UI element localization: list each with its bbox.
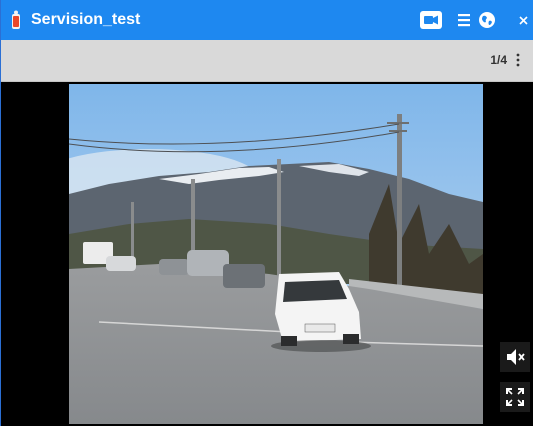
video-area — [1, 82, 533, 426]
close-button[interactable] — [511, 8, 533, 32]
mute-button[interactable] — [500, 342, 530, 372]
page-indicator: 1/4 — [490, 53, 507, 67]
globe-button[interactable] — [475, 8, 499, 32]
vertical-dots-icon — [516, 53, 520, 67]
window-title: Servision_test — [31, 11, 141, 28]
fullscreen-button[interactable] — [500, 382, 530, 412]
speaker-muted-icon — [507, 349, 525, 365]
hamburger-menu-icon — [458, 14, 470, 27]
close-icon — [519, 16, 528, 25]
fullscreen-icon — [506, 388, 524, 406]
more-options-button[interactable] — [512, 50, 524, 70]
globe-icon — [479, 12, 495, 28]
video-image — [69, 84, 483, 424]
camera-button[interactable] — [419, 8, 443, 32]
app-window: Servision_test 1/4 — [0, 0, 533, 426]
camera-icon — [420, 11, 442, 29]
video-feed[interactable] — [69, 84, 483, 424]
menu-button[interactable] — [452, 8, 476, 32]
titlebar: Servision_test — [1, 0, 533, 40]
toolbar: 1/4 — [1, 40, 533, 82]
camera-app-icon — [12, 10, 20, 29]
